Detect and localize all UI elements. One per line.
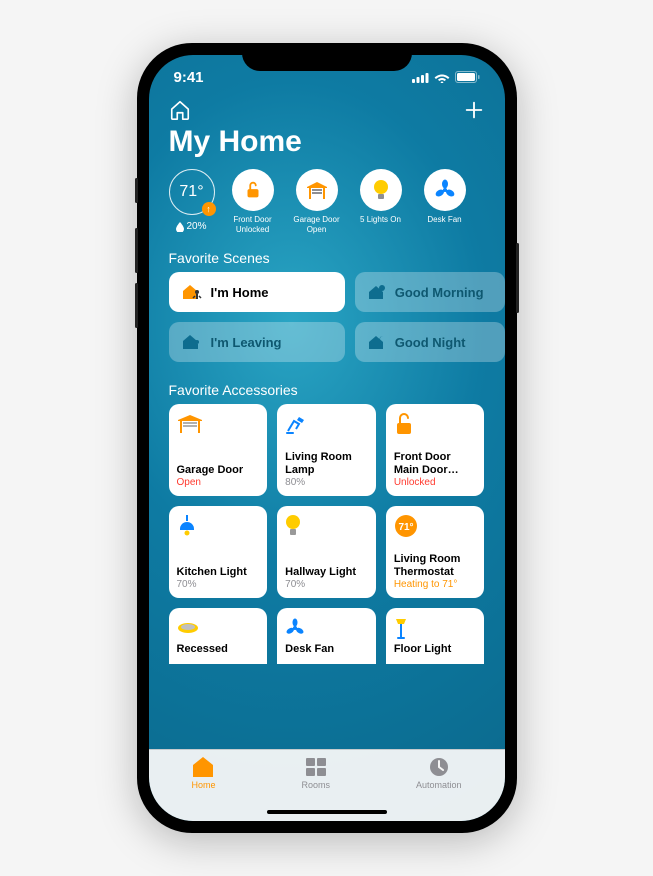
accessory-state: 70% — [285, 579, 368, 590]
scenes-section-label: Favorite Scenes — [149, 240, 505, 272]
accessory-thermostat[interactable]: 71° Living Room ThermostatHeating to 71° — [386, 506, 485, 598]
home-leave-icon — [181, 333, 203, 351]
accessory-name: Desk Fan — [285, 643, 368, 656]
pendant-light-icon — [177, 515, 197, 537]
tab-rooms[interactable]: Rooms — [301, 756, 330, 790]
accessory-living-room-lamp[interactable]: Living Room Lamp80% — [277, 404, 376, 496]
floor-lamp-icon — [394, 617, 408, 639]
accessory-state: 80% — [285, 477, 368, 488]
recessed-light-icon — [177, 622, 199, 634]
tab-label: Automation — [416, 780, 462, 790]
scenes-grid: I'm Home I'm Leaving Good Morning Good N… — [149, 272, 505, 372]
tab-automation[interactable]: Automation — [416, 756, 462, 790]
summary-fan-label: Desk Fan — [427, 215, 461, 225]
summary-fan[interactable]: Desk Fan — [419, 169, 471, 225]
summary-lights-label: 5 Lights On — [360, 215, 401, 225]
rooms-tab-icon — [304, 756, 328, 778]
tab-home[interactable]: Home — [191, 756, 215, 790]
accessory-state: 70% — [177, 579, 260, 590]
accessories-section-label: Favorite Accessories — [149, 372, 505, 404]
summary-garage-label: Garage Door Open — [291, 215, 343, 234]
accessory-name: Garage Door — [177, 464, 260, 477]
accessory-name: Floor Light — [394, 643, 477, 656]
summary-garage[interactable]: Garage Door Open — [291, 169, 343, 234]
page-title: My Home — [149, 125, 505, 169]
scene-im-home[interactable]: I'm Home — [169, 272, 345, 312]
accessory-hallway-light[interactable]: Hallway Light70% — [277, 506, 376, 598]
accessory-name: Hallway Light — [285, 566, 368, 579]
accessory-garage-door[interactable]: Garage DoorOpen — [169, 404, 268, 496]
accessory-desk-fan[interactable]: Desk Fan — [277, 608, 376, 664]
thermostat-icon: 71° — [394, 514, 418, 538]
scene-label: Good Morning — [395, 285, 484, 300]
fan-icon — [434, 179, 456, 201]
summary-row: 71°↑ 20% Front Door Unlocked Garage Door… — [149, 169, 505, 240]
accessory-kitchen-light[interactable]: Kitchen Light70% — [169, 506, 268, 598]
summary-lock-label: Front Door Unlocked — [227, 215, 279, 234]
temperature-summary[interactable]: 71°↑ 20% — [169, 169, 215, 232]
automation-tab-icon — [427, 756, 451, 778]
accessory-floor-light[interactable]: Floor Light — [386, 608, 485, 664]
scene-label: Good Night — [395, 335, 466, 350]
tab-label: Rooms — [301, 780, 330, 790]
home-icon[interactable] — [169, 99, 191, 121]
home-moon-icon — [367, 334, 387, 350]
scene-label: I'm Home — [211, 285, 269, 300]
home-indicator[interactable] — [267, 810, 387, 814]
screen: 9:41 My Home 71°↑ 20% Front Door Unlocke… — [149, 55, 505, 821]
droplet-icon — [176, 222, 184, 232]
accessory-front-door[interactable]: Front Door Main Door…Unlocked — [386, 404, 485, 496]
phone-frame: 9:41 My Home 71°↑ 20% Front Door Unlocke… — [137, 43, 517, 833]
scene-im-leaving[interactable]: I'm Leaving — [169, 322, 345, 362]
summary-lights[interactable]: 5 Lights On — [355, 169, 407, 225]
lock-open-icon — [394, 413, 414, 435]
status-time: 9:41 — [174, 69, 204, 86]
accessory-name: Front Door Main Door… — [394, 451, 477, 477]
svg-text:71°: 71° — [398, 522, 413, 533]
temperature-value: 71° — [179, 183, 203, 201]
fan-icon — [285, 618, 305, 638]
garage-icon — [177, 414, 203, 434]
scene-good-morning[interactable]: Good Morning — [355, 272, 505, 312]
summary-lock[interactable]: Front Door Unlocked — [227, 169, 279, 234]
status-indicators — [412, 71, 480, 83]
accessory-state: Open — [177, 477, 260, 488]
desk-lamp-icon — [285, 413, 307, 435]
status-bar: 9:41 — [149, 55, 505, 99]
accessory-name: Recessed — [177, 643, 260, 656]
scene-label: I'm Leaving — [211, 335, 282, 350]
accessory-state: Heating to 71° — [394, 579, 477, 590]
home-sun-icon — [367, 284, 387, 300]
accessory-name: Kitchen Light — [177, 566, 260, 579]
scene-good-night[interactable]: Good Night — [355, 322, 505, 362]
bulb-icon — [285, 515, 301, 537]
humidity-value: 20% — [186, 221, 206, 232]
bulb-icon — [372, 179, 390, 201]
battery-icon — [455, 71, 480, 83]
accessory-recessed[interactable]: Recessed — [169, 608, 268, 664]
home-arrive-icon — [181, 283, 203, 301]
tab-label: Home — [191, 780, 215, 790]
lock-open-icon — [242, 179, 264, 201]
accessories-grid-partial: Recessed Desk Fan Floor Light — [149, 608, 505, 664]
wifi-icon — [434, 72, 450, 83]
cellular-icon — [412, 72, 429, 83]
home-tab-icon — [191, 756, 215, 778]
tab-bar: Home Rooms Automation — [149, 749, 505, 821]
accessory-name: Living Room Lamp — [285, 451, 368, 477]
accessory-state: Unlocked — [394, 477, 477, 488]
accessory-name: Living Room Thermostat — [394, 553, 477, 579]
accessories-grid: Garage DoorOpen Living Room Lamp80% Fron… — [149, 404, 505, 598]
garage-icon — [305, 180, 329, 200]
add-icon[interactable] — [463, 99, 485, 121]
